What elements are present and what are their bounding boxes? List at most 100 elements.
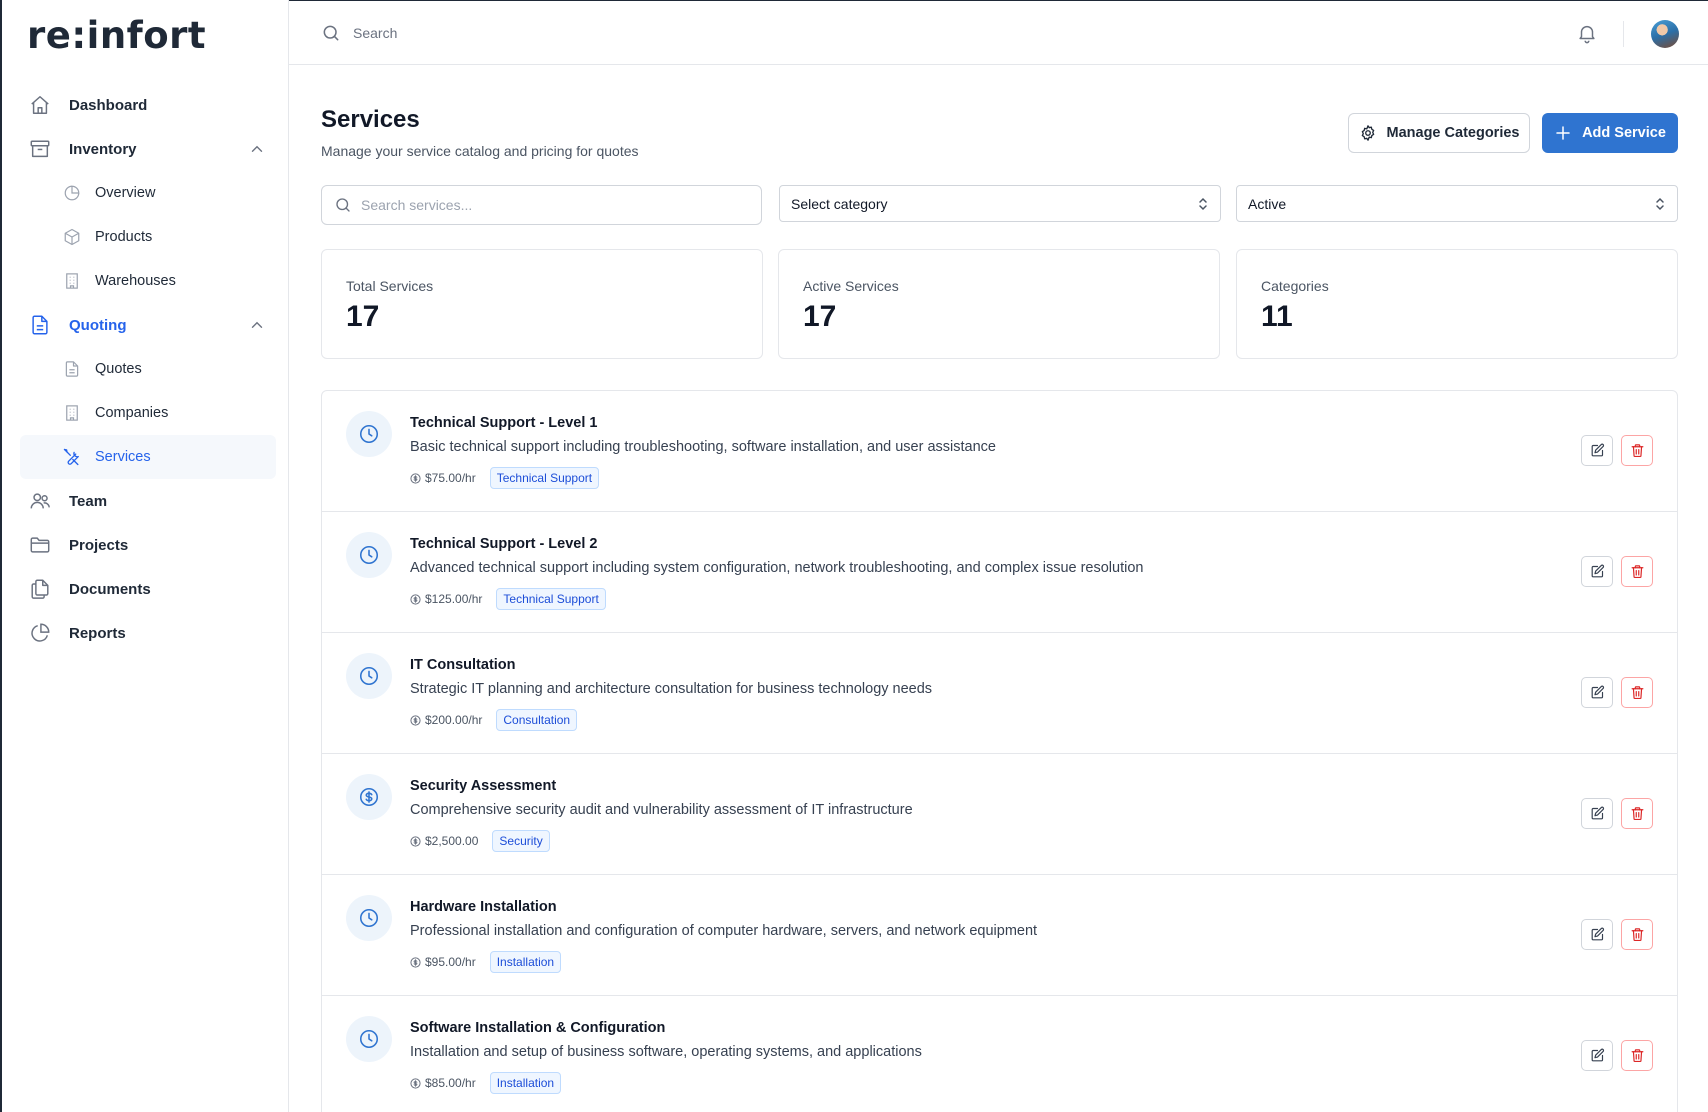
edit-icon — [1590, 564, 1605, 579]
service-description: Basic technical support including troubl… — [410, 439, 996, 455]
stat-value: 11 — [1261, 300, 1293, 333]
sidebar-item-dashboard[interactable]: Dashboard — [20, 83, 276, 127]
edit-button[interactable] — [1581, 919, 1613, 950]
status-select-value: Active — [1248, 195, 1287, 212]
bell-icon[interactable] — [1576, 22, 1598, 44]
service-meta: $125.00/hr Technical Support — [410, 588, 606, 610]
service-row[interactable]: Technical Support - Level 2 Advanced tech… — [322, 512, 1677, 633]
service-description: Advanced technical support including sys… — [410, 560, 1144, 576]
service-search[interactable] — [321, 185, 762, 225]
sidebar-item-label: Team — [69, 492, 108, 510]
sidebar-item-team[interactable]: Team — [20, 479, 276, 523]
sidebar-item-label: Documents — [69, 580, 151, 598]
chevron-up-icon[interactable] — [248, 316, 266, 334]
sidebar-item-overview[interactable]: Overview — [20, 171, 276, 215]
service-name: IT Consultation — [410, 657, 516, 673]
category-select-value: Select category — [791, 195, 888, 212]
folder-icon — [28, 533, 52, 557]
clock-icon — [346, 1016, 392, 1062]
edit-button[interactable] — [1581, 677, 1613, 708]
trash-icon — [1630, 1048, 1645, 1063]
service-name: Hardware Installation — [410, 899, 557, 915]
building-icon — [62, 403, 82, 423]
document-icon — [28, 313, 52, 337]
delete-button[interactable] — [1621, 556, 1653, 587]
clock-icon — [346, 653, 392, 699]
avatar[interactable] — [1651, 20, 1679, 48]
service-name: Security Assessment — [410, 778, 557, 794]
clock-icon — [346, 895, 392, 941]
trash-icon — [1630, 927, 1645, 942]
sidebar-item-quoting[interactable]: Quoting — [20, 303, 276, 347]
service-row[interactable]: IT Consultation Strategic IT planning and… — [322, 633, 1677, 754]
edit-icon — [1590, 806, 1605, 821]
edit-icon — [1590, 1048, 1605, 1063]
sidebar-item-label: Reports — [69, 624, 126, 642]
delete-button[interactable] — [1621, 798, 1653, 829]
global-search[interactable] — [321, 23, 653, 43]
plus-icon — [1554, 124, 1582, 142]
delete-button[interactable] — [1621, 1040, 1653, 1071]
service-row[interactable]: Software Installation & Configuration Ins… — [322, 996, 1677, 1112]
delete-button[interactable] — [1621, 435, 1653, 466]
category-select[interactable]: Select category — [779, 185, 1221, 222]
sidebar-item-documents[interactable]: Documents — [20, 567, 276, 611]
edit-button[interactable] — [1581, 798, 1613, 829]
edit-icon — [1590, 443, 1605, 458]
service-row[interactable]: Security Assessment Comprehensive securit… — [322, 754, 1677, 875]
service-price: $125.00/hr — [425, 592, 483, 606]
sidebar-item-services[interactable]: Services — [20, 435, 276, 479]
sidebar-item-inventory[interactable]: Inventory — [20, 127, 276, 171]
chevron-up-down-icon — [1653, 196, 1667, 212]
trash-icon — [1630, 806, 1645, 821]
building-icon — [62, 271, 82, 291]
manage-categories-label: Manage Categories — [1386, 125, 1520, 141]
add-service-button[interactable]: Add Service — [1542, 113, 1678, 153]
stat-card-active: Active Services 17 — [778, 249, 1220, 359]
sidebar-item-label: Warehouses — [95, 273, 176, 289]
service-row[interactable]: Hardware Installation Professional instal… — [322, 875, 1677, 996]
service-row[interactable]: Technical Support - Level 1 Basic technic… — [322, 391, 1677, 512]
dollar-icon — [410, 472, 421, 484]
chevron-up-down-icon — [1196, 196, 1210, 212]
global-search-input[interactable] — [353, 25, 653, 41]
chevron-up-icon[interactable] — [248, 140, 266, 158]
delete-button[interactable] — [1621, 919, 1653, 950]
page-subtitle: Manage your service catalog and pricing … — [321, 143, 639, 159]
trash-icon — [1630, 443, 1645, 458]
edit-button[interactable] — [1581, 1040, 1613, 1071]
home-icon — [28, 93, 52, 117]
page-title: Services — [321, 106, 420, 133]
top-bar — [289, 0, 1708, 65]
service-search-input[interactable] — [361, 197, 741, 213]
add-service-label: Add Service — [1582, 125, 1666, 141]
status-select[interactable]: Active — [1236, 185, 1678, 222]
category-badge: Security — [492, 830, 550, 852]
divider — [1623, 21, 1624, 47]
app-logo[interactable]: re:infort — [27, 14, 206, 57]
edit-icon — [1590, 685, 1605, 700]
file-icon — [62, 359, 82, 379]
sidebar-item-warehouses[interactable]: Warehouses — [20, 259, 276, 303]
sidebar-item-companies[interactable]: Companies — [20, 391, 276, 435]
edit-icon — [1590, 927, 1605, 942]
sidebar-item-projects[interactable]: Projects — [20, 523, 276, 567]
archive-icon — [28, 137, 52, 161]
clock-icon — [346, 411, 392, 457]
sidebar-item-reports[interactable]: Reports — [20, 611, 276, 655]
manage-categories-button[interactable]: Manage Categories — [1348, 113, 1530, 153]
service-name: Technical Support - Level 2 — [410, 536, 598, 552]
sidebar-item-quotes[interactable]: Quotes — [20, 347, 276, 391]
stat-label: Total Services — [346, 278, 434, 294]
clock-icon — [346, 532, 392, 578]
service-meta: $85.00/hr Installation — [410, 1072, 562, 1094]
dollar-icon — [410, 835, 421, 847]
delete-button[interactable] — [1621, 677, 1653, 708]
edit-button[interactable] — [1581, 556, 1613, 587]
service-name: Software Installation & Configuration — [410, 1020, 666, 1036]
sidebar-item-products[interactable]: Products — [20, 215, 276, 259]
sidebar-nav: Dashboard Inventory Overview Products Wa… — [20, 83, 276, 655]
edit-button[interactable] — [1581, 435, 1613, 466]
dollar-icon — [410, 714, 421, 726]
stat-card-total: Total Services 17 — [321, 249, 763, 359]
